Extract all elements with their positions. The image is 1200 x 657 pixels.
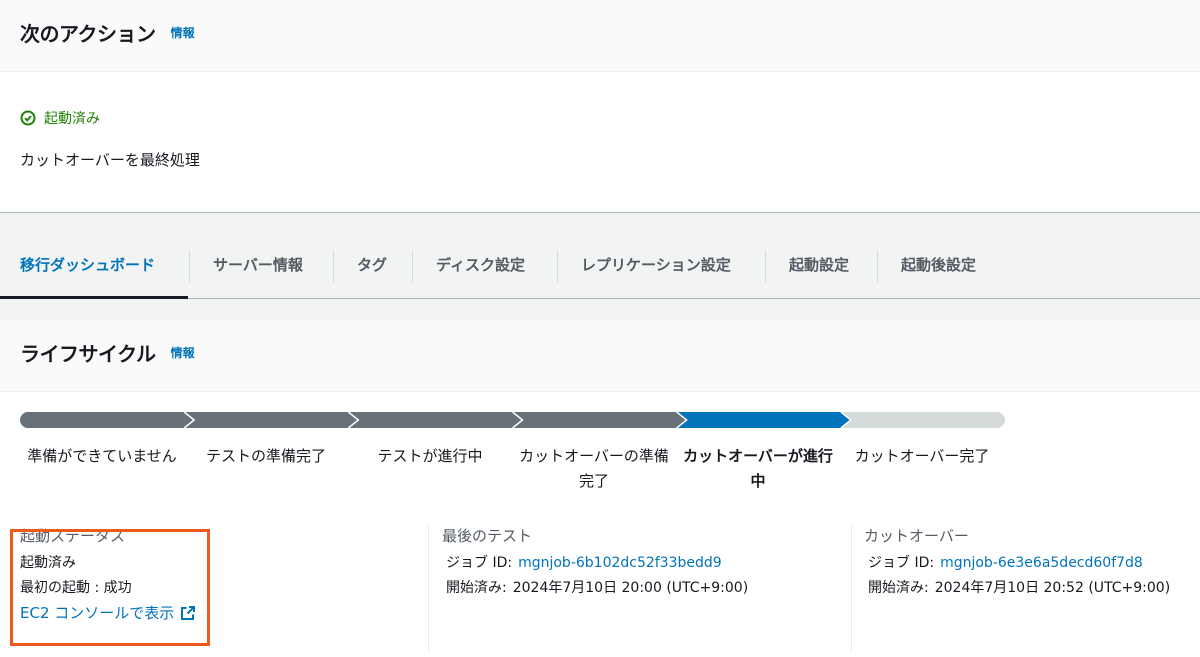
cutover-title: カットオーバー: [864, 527, 969, 545]
progress-segment: [20, 412, 195, 428]
last-test-column: 最後のテスト ジョブ ID: mgnjob-6b102dc52f33bedd9 開…: [442, 525, 842, 653]
lifecycle-title: ライフサイクル: [20, 342, 156, 366]
started-label: 開始済み:: [868, 580, 929, 596]
check-circle-icon: [20, 110, 36, 126]
highlight-box: [10, 529, 210, 646]
lifecycle-info-link[interactable]: 情報: [171, 344, 195, 361]
status-text: 起動済み: [44, 111, 100, 127]
cutover-started-row: 開始済み: 2024年7月10日 20:52 (UTC+9:00): [864, 577, 1194, 597]
tab-divider: [877, 250, 878, 282]
stage-cutover-complete: カットオーバー完了: [854, 447, 990, 465]
stage-ready-for-cutover: カットオーバーの準備完了: [519, 447, 669, 490]
last-test-title: 最後のテスト: [442, 527, 533, 545]
tab-divider: [189, 250, 190, 282]
last-test-started-value: 2024年7月10日 20:00 (UTC+9:00): [512, 580, 749, 596]
progress-segment: [840, 412, 1005, 428]
next-action-text: カットオーバーを最終処理: [20, 151, 200, 169]
next-action-info-link[interactable]: 情報: [171, 24, 195, 41]
last-test-job-row: ジョブ ID: mgnjob-6b102dc52f33bedd9: [442, 552, 842, 572]
last-test-started-row: 開始済み: 2024年7月10日 20:00 (UTC+9:00): [442, 577, 842, 597]
launch-status-indicator: 起動済み: [20, 108, 100, 128]
started-label: 開始済み:: [446, 580, 507, 596]
lifecycle-header: ライフサイクル 情報: [0, 320, 1200, 392]
tab-divider: [557, 250, 558, 282]
next-action-title: 次のアクション: [20, 22, 156, 46]
tab-divider: [765, 250, 766, 282]
tab-replication-settings[interactable]: レプリケーション設定: [581, 232, 731, 299]
next-action-panel: 次のアクション 情報 起動済み カットオーバーを最終処理: [0, 0, 1200, 213]
server-tabs: 移行ダッシュボード サーバー情報 タグ ディスク設定 レプリケーション設定 起動…: [0, 232, 1200, 299]
column-divider: [428, 525, 429, 653]
stage-not-ready: 準備ができていません: [27, 447, 177, 465]
stage-cutover-in-progress: カットオーバーが進行中: [683, 447, 833, 490]
next-action-header: 次のアクション 情報: [0, 0, 1200, 72]
progress-segment: [676, 412, 851, 428]
last-test-job-link[interactable]: mgnjob-6b102dc52f33bedd9: [518, 555, 722, 571]
tab-server-info[interactable]: サーバー情報: [213, 232, 303, 299]
job-id-label: ジョブ ID:: [868, 555, 935, 571]
progress-segment: [348, 412, 523, 428]
tab-launch-settings[interactable]: 起動設定: [789, 232, 849, 299]
stage-ready-for-testing: テストの準備完了: [205, 447, 326, 465]
column-divider: [851, 525, 852, 653]
cutover-started-value: 2024年7月10日 20:52 (UTC+9:00): [934, 580, 1171, 596]
lifecycle-stage-labels: 準備ができていません テストの準備完了 テストが進行中 カットオーバーの準備完了…: [20, 444, 1005, 494]
tab-divider: [412, 250, 413, 282]
tab-migration-dashboard[interactable]: 移行ダッシュボード: [0, 232, 188, 299]
cutover-job-row: ジョブ ID: mgnjob-6e3e6a5decd60f7d8: [864, 552, 1194, 572]
lifecycle-progress-bar: [20, 412, 1005, 428]
tab-tags[interactable]: タグ: [357, 232, 387, 299]
tab-divider: [333, 250, 334, 282]
stage-test-in-progress: テストが進行中: [377, 447, 483, 465]
cutover-job-link[interactable]: mgnjob-6e3e6a5decd60f7d8: [940, 555, 1143, 571]
tab-disk-settings[interactable]: ディスク設定: [436, 232, 525, 299]
progress-segment: [184, 412, 359, 428]
cutover-column: カットオーバー ジョブ ID: mgnjob-6e3e6a5decd60f7d8 …: [864, 525, 1194, 653]
job-id-label: ジョブ ID:: [446, 555, 513, 571]
progress-segment: [512, 412, 687, 428]
tab-post-launch-settings[interactable]: 起動後設定: [901, 232, 976, 299]
